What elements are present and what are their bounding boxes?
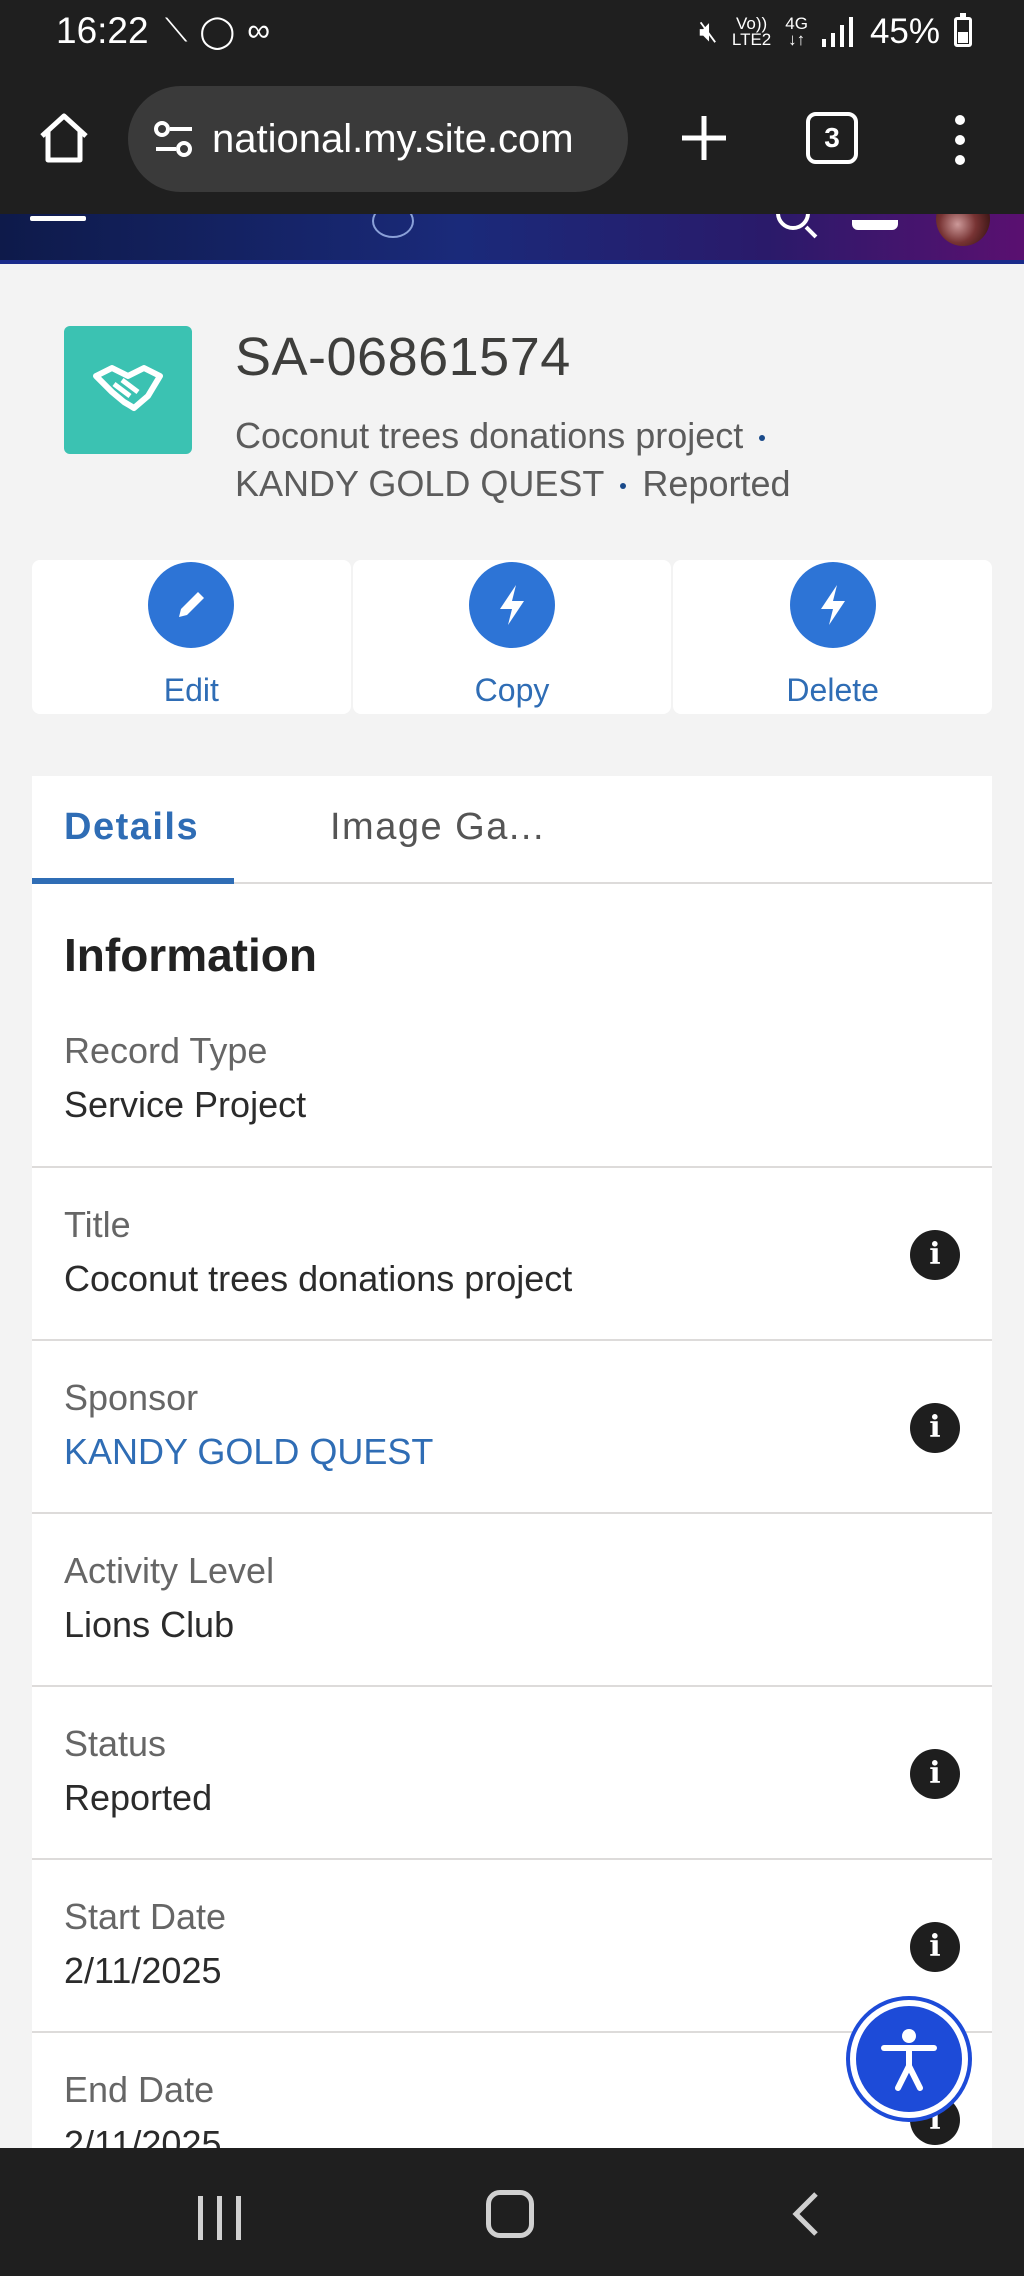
edit-button[interactable]: Edit: [32, 560, 351, 714]
record-highlights: Coconut trees donations project KANDY GO…: [235, 412, 975, 508]
separator-dot: [759, 435, 766, 442]
system-indicators: 🔇︎ Vo)) LTE2 4G ↓↑ 45%: [699, 12, 972, 52]
field-label: Record Type: [64, 1030, 268, 1071]
tab-switcher-button[interactable]: 3: [806, 112, 858, 164]
record-handshake-icon: [64, 326, 192, 454]
info-icon[interactable]: i: [910, 1922, 960, 1972]
new-tab-icon[interactable]: [672, 106, 736, 170]
lightning-icon: [500, 585, 524, 625]
volte-indicator: Vo)) LTE2: [731, 15, 772, 49]
field-value: Service Project: [64, 1084, 307, 1125]
record-actions: Edit Copy Delete: [32, 560, 993, 714]
user-avatar[interactable]: [936, 214, 990, 246]
delete-label: Delete: [786, 672, 879, 708]
delete-icon-circle: [789, 562, 876, 648]
address-bar[interactable]: national.my.site.com: [128, 86, 628, 192]
active-tab-indicator: [32, 878, 234, 884]
field-label: Title: [64, 1204, 131, 1245]
hamburger-menu-icon[interactable]: [30, 216, 86, 221]
recents-bar: [236, 2196, 241, 2240]
site-settings-icon[interactable]: [150, 115, 198, 163]
mute-icon: 🔇︎: [698, 15, 718, 48]
home-nav-icon[interactable]: [486, 2190, 534, 2238]
whatsapp-icon: ◯: [199, 13, 236, 49]
more-menu-icon[interactable]: [940, 110, 980, 170]
home-icon[interactable]: [34, 108, 94, 168]
field-value: 2/11/2025: [64, 2123, 222, 2150]
field-label: End Date: [64, 2069, 215, 2110]
delete-button[interactable]: Delete: [673, 560, 993, 714]
battery-percent: 45%: [869, 12, 940, 51]
field-value: 2/11/2025: [64, 1950, 222, 1991]
url-text: national.my.site.com: [212, 116, 574, 161]
info-icon[interactable]: i: [910, 1230, 960, 1280]
pencil-icon: [179, 592, 205, 617]
recent-apps-icon[interactable]: [198, 2196, 241, 2240]
highlight-sponsor: KANDY GOLD QUEST: [235, 463, 605, 504]
header-divider: [0, 260, 1024, 264]
field-label: Sponsor: [64, 1377, 199, 1418]
section-title: Information: [64, 929, 317, 981]
field-status: Status Reported i: [32, 1687, 992, 1860]
field-end-date: End Date 2/11/2025 i: [32, 2033, 992, 2150]
handshake-icon: [93, 365, 163, 411]
copy-button[interactable]: Copy: [352, 560, 672, 714]
lions-logo: [372, 214, 414, 238]
system-nav-bar: [0, 2148, 1024, 2276]
field-label: Status: [64, 1723, 167, 1764]
tab-image-gallery[interactable]: Image Ga...: [330, 806, 545, 849]
field-sponsor: Sponsor KANDY GOLD QUEST i: [32, 1341, 992, 1514]
field-label: Activity Level: [64, 1550, 275, 1591]
field-start-date: Start Date 2/11/2025 i: [32, 1860, 992, 2033]
accessibility-button[interactable]: [850, 2000, 968, 2118]
info-icon[interactable]: i: [910, 1749, 960, 1799]
field-title: Title Coconut trees donations project i: [32, 1168, 992, 1341]
volte-bottom-label: LTE2: [731, 30, 772, 49]
battery-icon: [954, 13, 972, 47]
signal-icon: [821, 17, 853, 47]
tab-details[interactable]: Details: [64, 806, 199, 849]
field-record-type: Record Type Service Project: [32, 1030, 992, 1168]
record-title: SA-06861574: [235, 327, 571, 387]
field-activity-level: Activity Level Lions Club: [32, 1514, 992, 1687]
lightning-icon: [820, 585, 845, 625]
search-icon[interactable]: [776, 214, 810, 230]
app-grid-icon: ∞: [247, 12, 271, 48]
data-indicator: 4G ↓↑: [785, 15, 808, 49]
accessibility-icon: [881, 2029, 937, 2091]
record-detail-card: Details Image Ga... Information Record T…: [32, 776, 992, 2150]
copy-icon-circle: [469, 562, 555, 648]
edit-icon-circle: [148, 562, 235, 648]
tab-bar: Details Image Ga...: [32, 776, 992, 884]
highlight-title: Coconut trees donations project: [235, 415, 744, 456]
recents-bar: [198, 2196, 203, 2240]
missed-call-icon: ⟍: [165, 12, 188, 48]
recents-bar: [217, 2196, 222, 2240]
field-label: Start Date: [64, 1896, 227, 1937]
highlight-status: Reported: [642, 463, 791, 504]
field-value: Reported: [64, 1777, 213, 1818]
clock: 16:22: [56, 10, 149, 51]
field-value: Lions Club: [64, 1604, 235, 1645]
app-header: [0, 214, 1024, 264]
edit-label: Edit: [163, 672, 219, 708]
notifications-bell-icon[interactable]: [852, 220, 898, 230]
sponsor-link[interactable]: KANDY GOLD QUEST: [64, 1431, 433, 1473]
separator-dot: [620, 483, 627, 490]
browser-toolbar: national.my.site.com 3: [0, 66, 1024, 214]
copy-label: Copy: [474, 672, 550, 708]
back-icon[interactable]: [784, 2190, 832, 2238]
field-value: Coconut trees donations project: [64, 1258, 573, 1299]
notification-icons: ⟍ ◯ ∞: [165, 12, 270, 50]
status-bar: 16:22 ⟍ ◯ ∞ 🔇︎ Vo)) LTE2 4G ↓↑ 45%: [0, 0, 1024, 66]
info-icon[interactable]: i: [910, 1403, 960, 1453]
data-arrows-label: ↓↑: [788, 30, 806, 49]
